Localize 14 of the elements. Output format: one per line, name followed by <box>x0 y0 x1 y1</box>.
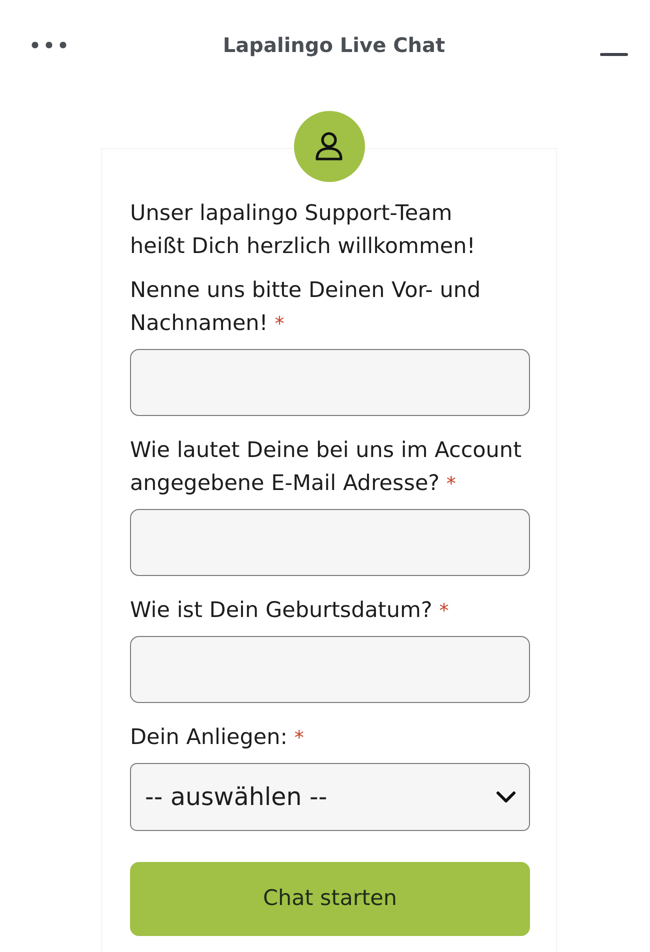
window-title: Lapalingo Live Chat <box>222 34 446 54</box>
more-icon[interactable] <box>31 41 67 49</box>
field-label: Wie lautet Deine bei uns im Account angegebene E-Mail Adresse? * <box>130 437 522 498</box>
field-label: Dein Anliegen: * <box>130 724 304 752</box>
field-label: Nenne uns bitte Deinen Vor- und Nachnamen! * <box>130 277 482 338</box>
field-label: Wie ist Dein Geburtsdatum? * <box>130 597 449 625</box>
minimize-icon[interactable] <box>600 52 628 56</box>
chevron-down-icon <box>496 791 516 803</box>
welcome-text: Unser lapalingo Support-Team heißt Dich herzlich willkommen! <box>130 200 476 261</box>
dropdown-field[interactable]: -- auswählen -- <box>130 763 530 831</box>
input-field[interactable] <box>130 636 530 703</box>
input-field[interactable] <box>130 349 530 416</box>
start-chat-button[interactable]: Chat starten <box>130 862 530 936</box>
input-field[interactable] <box>130 509 530 576</box>
